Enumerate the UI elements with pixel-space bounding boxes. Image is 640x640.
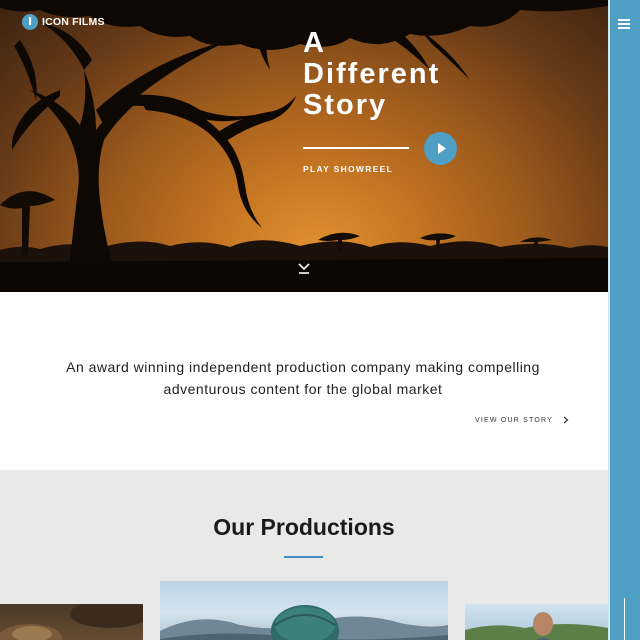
play-icon [438,143,446,154]
productions-section: Our Productions [0,470,608,640]
hero-headline: A Different Story [303,28,440,121]
productions-title-underline [284,556,323,558]
showreel-divider [303,147,409,149]
production-card-right[interactable] [465,604,608,640]
story-link-label: VIEW OUR STORY [475,416,553,424]
hamburger-menu-icon[interactable] [618,19,632,31]
play-showreel-button[interactable] [424,132,457,165]
productions-title: Our Productions [213,514,395,540]
scroll-down-icon[interactable] [297,262,311,276]
hero-section: I ICON FILMS A Different Story PLAY SHOW… [0,0,608,292]
headline-line-1: A [303,27,326,59]
page: I ICON FILMS A Different Story PLAY SHOW… [0,0,608,640]
brand-logo[interactable]: I ICON FILMS [22,14,105,30]
view-our-story-link[interactable]: VIEW OUR STORY [475,416,569,424]
showreel-label[interactable]: PLAY SHOWREEL [303,164,393,174]
headline-line-2: Different [303,58,441,90]
headline-line-3: Story [303,89,388,121]
scroll-progress-indicator [624,598,625,640]
production-thumbnail-right [465,612,608,640]
intro-section: An award winning independent production … [0,292,608,470]
production-thumbnail-left [0,604,143,640]
production-card-featured[interactable] [160,581,448,640]
company-tagline: An award winning independent production … [66,359,540,397]
logo-text: ICON FILMS [42,16,105,28]
logo-mark: I [22,14,38,30]
chevron-right-icon [563,416,569,424]
side-navigation-rail [608,0,640,640]
production-card-left[interactable] [0,604,143,640]
production-thumbnail-featured [160,605,448,640]
